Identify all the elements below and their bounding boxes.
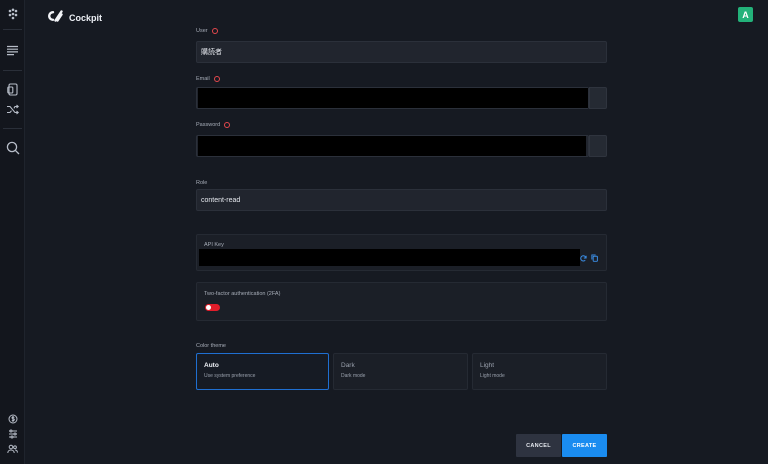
refresh-icon[interactable] [579,254,587,262]
search-icon[interactable] [5,140,20,155]
rail-divider [3,29,22,30]
required-icon [213,76,220,82]
brand[interactable]: Cockpit [48,9,102,27]
color-theme-label-row: Color theme [196,343,226,349]
users-icon[interactable] [5,441,20,456]
twofa-toggle[interactable] [205,304,220,311]
billing-icon[interactable] [5,411,20,426]
assets-icon[interactable] [5,82,20,97]
password-label-row: Password [196,122,231,128]
shuffle-icon[interactable] [5,102,20,117]
theme-option-dark[interactable]: Dark Dark mode [333,353,468,390]
theme-option-auto[interactable]: Auto Use system preference [196,353,329,390]
email-label-row: Email [196,76,220,82]
email-label: Email [196,76,210,82]
rail-divider [3,70,22,71]
email-addon[interactable] [589,87,607,109]
sidebar-rail [0,0,25,464]
twofa-label: Two-factor authentication (2FA) [204,291,281,297]
email-redaction [198,88,588,108]
theme-option-light[interactable]: Light Light mode [472,353,607,390]
create-button[interactable]: CREATE [562,434,607,457]
content-list-icon[interactable] [5,43,20,58]
cockpit-logo-icon [48,9,63,27]
user-label: User [196,28,208,34]
role-select[interactable]: content-read [196,189,607,211]
user-label-row: User [196,28,218,34]
theme-option-title: Auto [204,362,219,369]
color-theme-label: Color theme [196,343,226,349]
password-redaction [198,136,586,156]
cancel-button[interactable]: CANCEL [516,434,561,457]
apps-grid-icon[interactable] [5,6,20,21]
theme-option-desc: Dark mode [341,373,366,379]
theme-option-desc: Light mode [480,373,505,379]
role-label-row: Role [196,180,207,186]
role-label: Role [196,180,208,186]
theme-option-desc: Use system preference [204,373,256,379]
password-label: Password [196,122,221,128]
settings-sliders-icon[interactable] [5,426,20,441]
api-key-label: API Key [204,242,224,248]
user-input[interactable]: 購読者 [196,41,607,63]
required-icon [224,122,231,128]
app-name: Cockpit [69,13,103,23]
avatar[interactable]: A [738,7,753,22]
twofa-panel [196,282,607,321]
theme-option-title: Dark [341,362,355,369]
required-icon [211,28,218,34]
api-key-redaction [199,249,580,266]
copy-icon[interactable] [590,254,598,262]
rail-divider [3,128,22,129]
password-visibility-button[interactable] [589,135,607,157]
theme-option-title: Light [480,362,495,369]
